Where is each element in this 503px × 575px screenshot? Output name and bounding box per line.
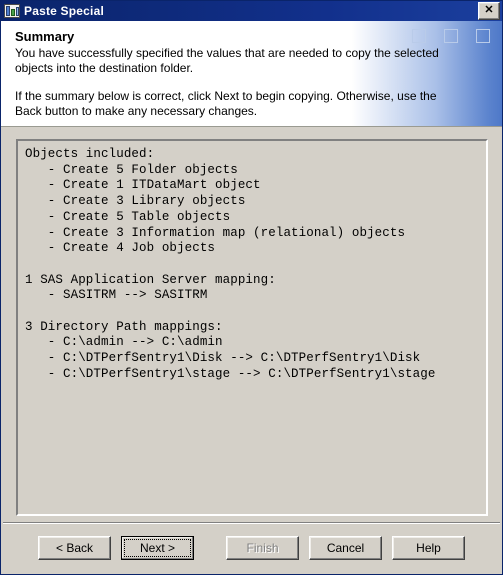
cancel-button[interactable]: Cancel	[309, 536, 382, 560]
help-button[interactable]: Help	[392, 536, 465, 560]
summary-textbox[interactable]: Objects included: - Create 5 Folder obje…	[16, 139, 488, 516]
next-button[interactable]: Next >	[121, 536, 194, 560]
page-title: Summary	[15, 29, 75, 44]
dialog-body: Objects included: - Create 5 Folder obje…	[1, 127, 502, 574]
summary-text: Objects included: - Create 5 Folder obje…	[25, 147, 436, 381]
wizard-header: Summary You have successfully specified …	[1, 21, 502, 127]
back-button[interactable]: < Back	[38, 536, 111, 560]
button-spacer	[204, 536, 216, 560]
footer-divider	[3, 522, 500, 524]
window-title: Paste Special	[24, 4, 104, 18]
paste-special-icon	[4, 3, 20, 19]
close-icon[interactable]: ✕	[478, 2, 500, 20]
header-paragraph-1: You have successfully specified the valu…	[15, 46, 439, 75]
title-bar[interactable]: Paste Special ✕	[1, 1, 502, 21]
header-paragraph-2: If the summary below is correct, click N…	[15, 89, 437, 118]
finish-button: Finish	[226, 536, 299, 560]
button-row: < Back Next > Finish Cancel Help	[1, 536, 502, 560]
paste-special-dialog: Paste Special ✕ Summary You have success…	[0, 0, 503, 575]
next-button-label: Next >	[139, 541, 175, 555]
